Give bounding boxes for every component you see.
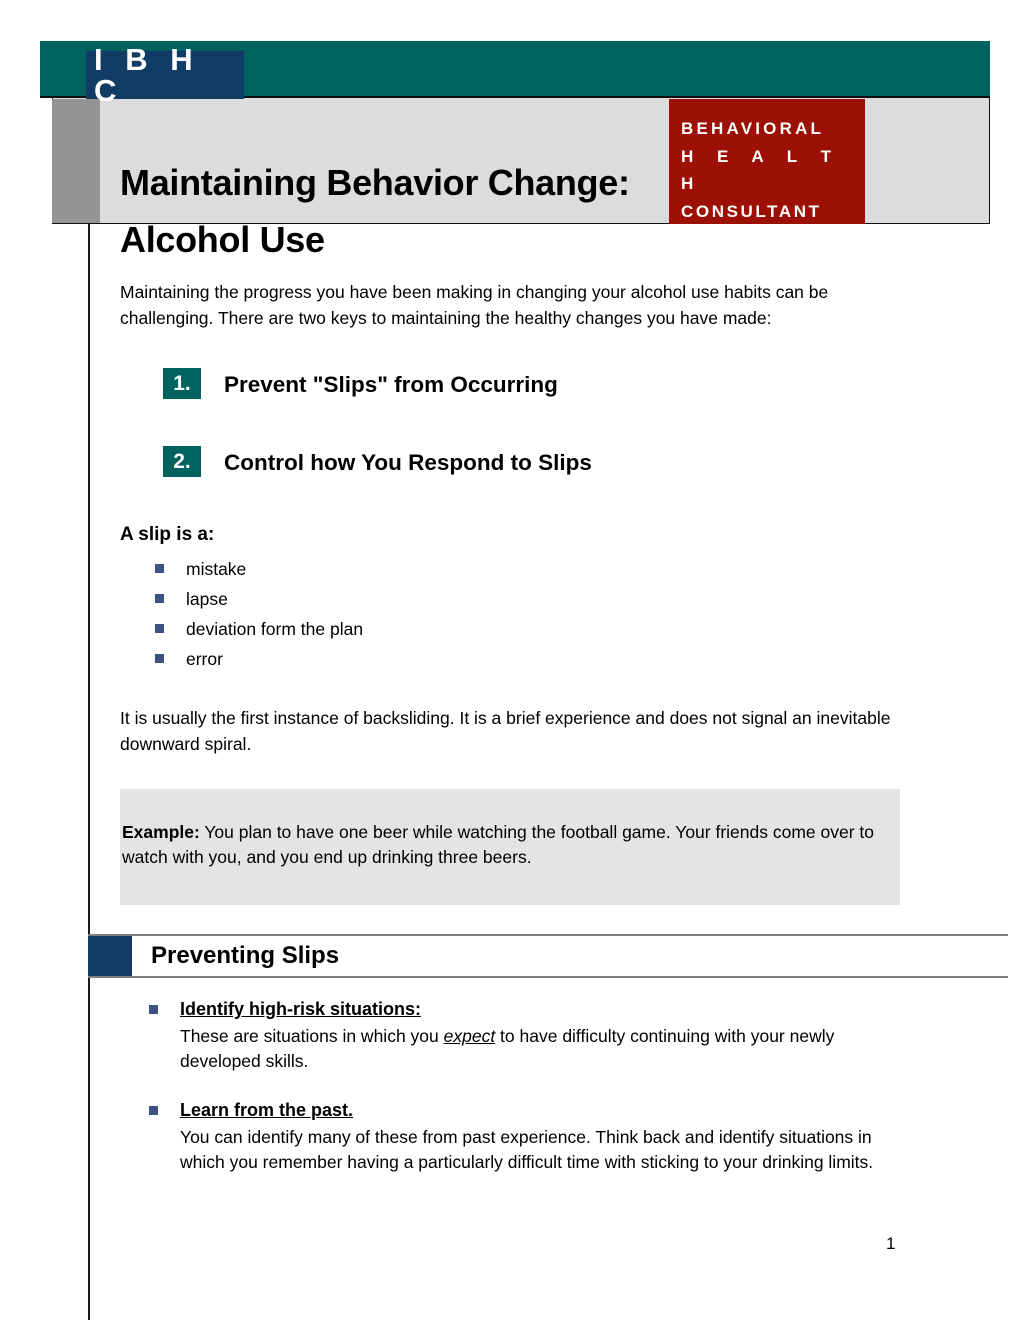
square-bullet-icon bbox=[155, 593, 164, 603]
example-text: Example: You plan to have one beer while… bbox=[122, 820, 886, 871]
key-number-badge-2: 2. bbox=[163, 446, 201, 478]
key-point-2: 2. Control how You Respond to Slips bbox=[120, 446, 910, 478]
document-page: I B H C Maintaining Behavior Change: Alc… bbox=[0, 0, 1020, 1320]
section-marker-icon bbox=[88, 936, 132, 977]
key-point-1: 1. Prevent "Slips" from Occurring bbox=[120, 368, 910, 400]
list-item-label: lapse bbox=[186, 588, 228, 609]
list-item-body: Identify high-risk situations: These are… bbox=[180, 996, 910, 1075]
list-item: deviation form the plan bbox=[120, 614, 910, 644]
square-bullet-icon bbox=[149, 1005, 158, 1015]
list-item-heading: Learn from the past. bbox=[180, 1099, 354, 1120]
key-number-badge-1: 1. bbox=[163, 368, 201, 400]
square-bullet-icon bbox=[149, 1105, 158, 1115]
list-item: Identify high-risk situations: These are… bbox=[120, 996, 910, 1075]
backsliding-paragraph: It is usually the first instance of back… bbox=[120, 708, 891, 754]
document-body: Maintaining the progress you have been m… bbox=[88, 280, 1008, 1198]
intro-paragraph: Maintaining the progress you have been m… bbox=[120, 282, 829, 328]
page-number: 1 bbox=[886, 1234, 896, 1253]
square-bullet-icon bbox=[155, 624, 164, 633]
example-label: Example: bbox=[122, 821, 200, 842]
example-callout-box: Example: You plan to have one beer while… bbox=[120, 788, 900, 906]
preventing-slips-list: Identify high-risk situations: These are… bbox=[120, 996, 910, 1176]
behavioral-health-consultant-badge: BEHAVIORAL H E A L T H CONSULTANT bbox=[669, 99, 865, 224]
list-item: Learn from the past. You can identify ma… bbox=[120, 1097, 910, 1176]
key-label-2: Control how You Respond to Slips bbox=[224, 450, 592, 476]
section-heading-preventing-slips: Preventing Slips bbox=[88, 934, 1008, 979]
list-item-body: Learn from the past. You can identify ma… bbox=[180, 1097, 910, 1176]
key-points-list: 1. Prevent "Slips" from Occurring 2. Con… bbox=[120, 368, 910, 478]
ibhc-logo-text: I B H C bbox=[94, 42, 200, 108]
key-label-1: Prevent "Slips" from Occurring bbox=[224, 372, 558, 398]
badge-line-behavioral: BEHAVIORAL bbox=[681, 119, 825, 138]
ibhc-logo: I B H C bbox=[86, 44, 244, 106]
slip-definition-list: mistake lapse deviation form the plan er… bbox=[120, 554, 910, 674]
square-bullet-icon bbox=[155, 654, 164, 664]
gray-accent-stripe bbox=[52, 99, 100, 223]
left-vertical-rule bbox=[88, 99, 90, 1320]
list-item: error bbox=[120, 644, 910, 674]
list-item-text: These are situations in which you expect… bbox=[180, 1024, 910, 1075]
list-item-label: error bbox=[186, 649, 223, 670]
example-body: You plan to have one beer while watching… bbox=[122, 821, 875, 868]
list-item-text-before: These are situations in which you bbox=[180, 1026, 444, 1047]
section-title-text: Preventing Slips bbox=[151, 942, 340, 970]
list-item-heading: Identify high-risk situations: bbox=[180, 999, 422, 1020]
page-title: Maintaining Behavior Change: Alcohol Use bbox=[120, 162, 648, 260]
list-item-label: mistake bbox=[186, 558, 247, 579]
badge-line-consultant: CONSULTANT bbox=[681, 201, 822, 221]
list-item-text-before: You can identify many of these from past… bbox=[180, 1126, 874, 1173]
list-item: mistake bbox=[120, 554, 910, 584]
list-item: lapse bbox=[120, 584, 910, 614]
square-bullet-icon bbox=[155, 563, 164, 573]
slip-definition-heading: A slip is a: bbox=[120, 523, 215, 545]
badge-line-health: H E A L T H bbox=[681, 146, 841, 194]
list-item-text: You can identify many of these from past… bbox=[180, 1125, 910, 1176]
list-item-emphasis: expect bbox=[443, 1026, 496, 1047]
list-item-label: deviation form the plan bbox=[186, 619, 364, 639]
